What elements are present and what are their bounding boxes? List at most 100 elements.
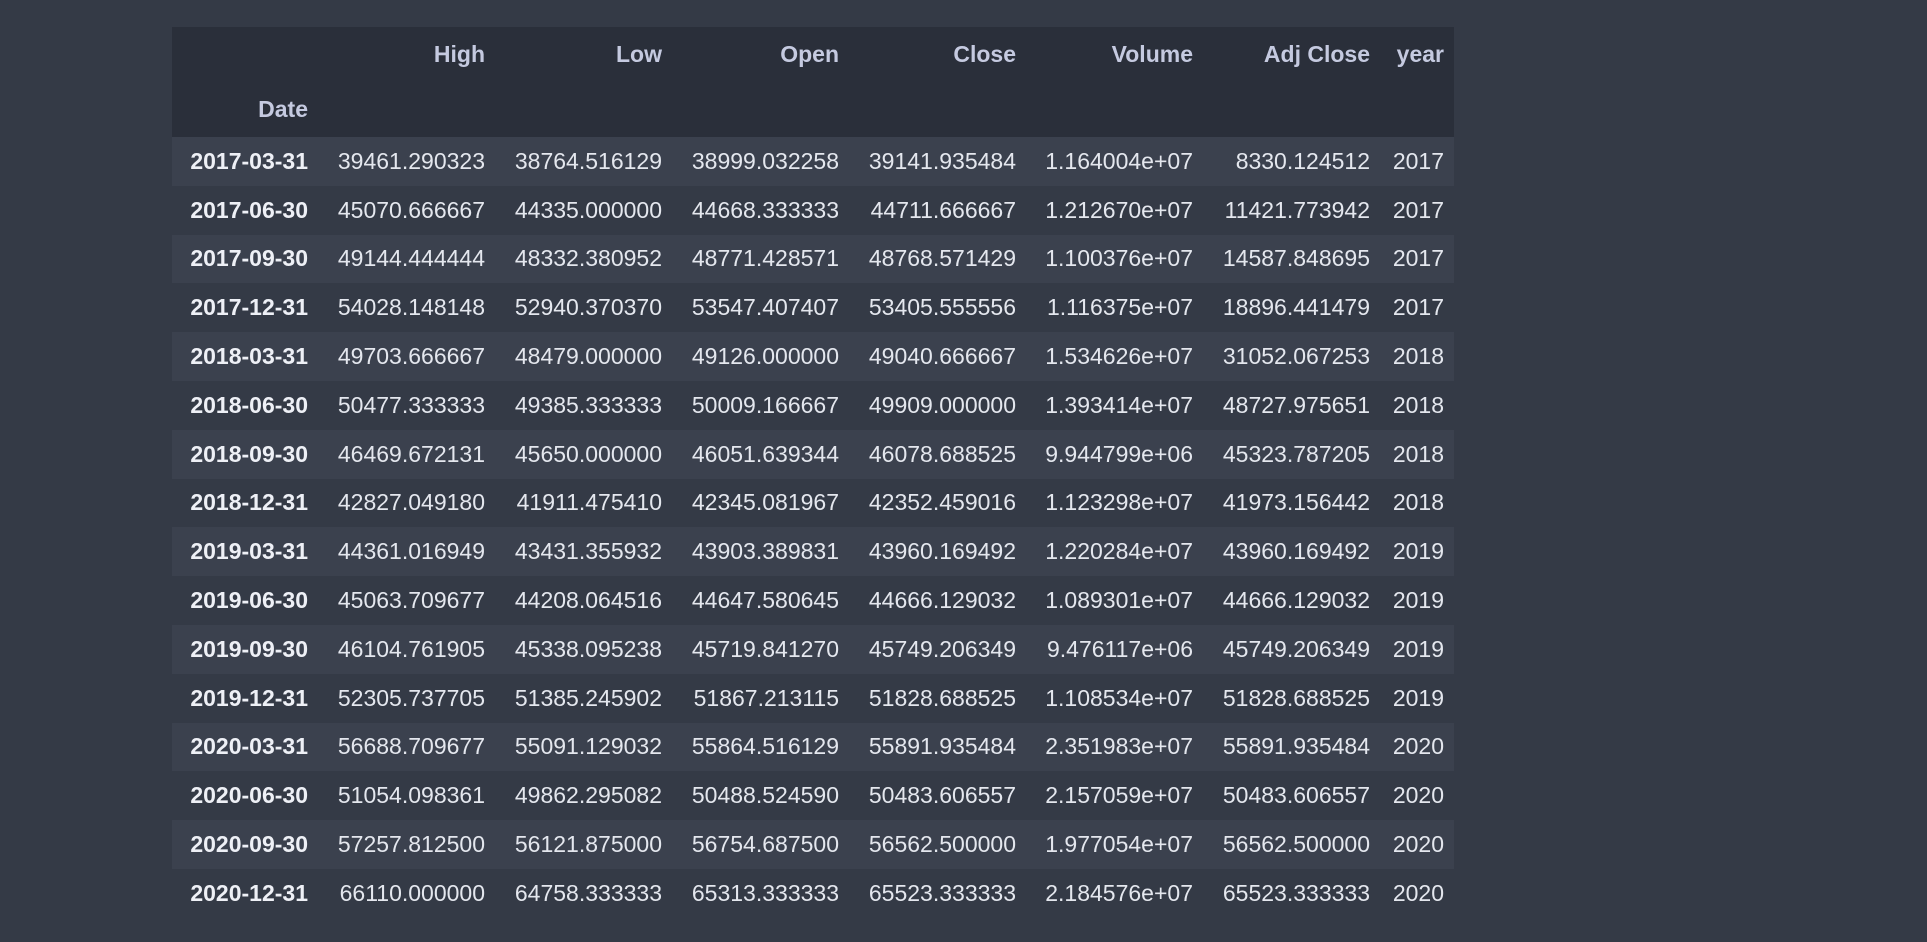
row-index-date: 2020-03-31 (190, 733, 308, 760)
cell-open: 43903.389831 (691, 538, 839, 565)
row-index-date: 2017-12-31 (190, 294, 308, 321)
cell-year: 2017 (1392, 196, 1444, 223)
cell-adj-close: 18896.441479 (1222, 294, 1370, 321)
cell-high: 66110.000000 (339, 879, 485, 906)
row-index-date: 2020-12-31 (190, 879, 308, 906)
cell-close: 49909.000000 (868, 391, 1016, 418)
row-index-date: 2019-06-30 (190, 587, 308, 614)
cell-open: 48771.428571 (691, 245, 839, 272)
column-header-open: Open (672, 27, 849, 82)
cell-volume: 1.100376e+07 (1045, 245, 1193, 272)
cell-adj-close: 14587.848695 (1222, 245, 1370, 272)
row-index-date: 2020-09-30 (190, 831, 308, 858)
cell-volume: 9.476117e+06 (1046, 635, 1193, 662)
table-row: 2020-03-31 56688.709677 55091.129032 55864.… (172, 722, 1454, 772)
cell-open: 46051.639344 (691, 440, 839, 467)
cell-high: 46104.761905 (337, 635, 485, 662)
cell-volume: 2.157059e+07 (1045, 782, 1193, 809)
cell-year: 2017 (1392, 147, 1444, 174)
cell-year: 2020 (1392, 831, 1444, 858)
cell-high: 39461.290323 (337, 147, 485, 174)
table-row: 2017-06-30 45070.666667 44335.000000 44668.… (172, 185, 1454, 235)
cell-low: 45650.000000 (514, 440, 662, 467)
cell-high: 42827.049180 (337, 489, 485, 516)
cell-close: 49040.666667 (868, 343, 1016, 370)
cell-low: 48479.000000 (514, 343, 662, 370)
cell-adj-close: 43960.169492 (1222, 538, 1370, 565)
cell-high: 56688.709677 (337, 733, 485, 760)
table-row: 2019-06-30 45063.709677 44208.064516 44647.… (172, 576, 1454, 625)
cell-open: 55864.516129 (691, 733, 839, 760)
row-index-date: 2017-06-30 (190, 196, 308, 223)
cell-high: 57257.812500 (337, 831, 485, 858)
column-header-year: year (1380, 27, 1454, 82)
cell-close: 48768.571429 (868, 245, 1016, 272)
cell-adj-close: 41973.156442 (1222, 489, 1370, 516)
row-index-date: 2018-06-30 (190, 391, 308, 418)
cell-year: 2018 (1392, 440, 1444, 467)
row-index-date: 2018-12-31 (190, 489, 308, 516)
cell-close: 55891.935484 (868, 733, 1016, 760)
cell-close: 42352.459016 (868, 489, 1016, 516)
cell-high: 54028.148148 (337, 294, 485, 321)
cell-adj-close: 31052.067253 (1222, 343, 1370, 370)
cell-open: 50488.524590 (691, 782, 839, 809)
cell-high: 49703.666667 (337, 343, 485, 370)
cell-year: 2020 (1392, 733, 1444, 760)
cell-year: 2019 (1392, 587, 1444, 614)
cell-close: 51828.688525 (868, 684, 1016, 711)
cell-low: 49862.295082 (514, 782, 662, 809)
column-header-volume: Volume (1026, 27, 1203, 82)
cell-high: 45070.666667 (337, 196, 485, 223)
cell-high: 45063.709677 (337, 587, 485, 614)
cell-year: 2019 (1392, 684, 1444, 711)
cell-volume: 1.164004e+07 (1045, 147, 1193, 174)
cell-adj-close: 48727.975651 (1222, 391, 1370, 418)
cell-year: 2019 (1392, 538, 1444, 565)
cell-low: 38764.516129 (514, 147, 662, 174)
cell-volume: 2.184576e+07 (1045, 879, 1193, 906)
cell-adj-close: 55891.935484 (1222, 733, 1370, 760)
cell-adj-close: 44666.129032 (1222, 587, 1370, 614)
table-row: 2019-03-31 44361.016949 43431.355932 43903.… (172, 527, 1454, 577)
cell-year: 2017 (1392, 294, 1444, 321)
header-corner (172, 27, 318, 82)
cell-year: 2017 (1392, 245, 1444, 272)
cell-close: 39141.935484 (868, 147, 1016, 174)
cell-adj-close: 45323.787205 (1222, 440, 1370, 467)
cell-adj-close: 65523.333333 (1222, 879, 1370, 906)
cell-low: 44208.064516 (514, 587, 662, 614)
cell-open: 38999.032258 (691, 147, 839, 174)
row-index-date: 2019-09-30 (190, 635, 308, 662)
cell-low: 51385.245902 (514, 684, 662, 711)
cell-volume: 1.534626e+07 (1045, 343, 1193, 370)
index-header-spacer (318, 82, 495, 137)
table-body: 2017-03-31 39461.290323 38764.516129 38999.… (172, 137, 1454, 918)
cell-adj-close: 45749.206349 (1222, 635, 1370, 662)
cell-year: 2018 (1392, 391, 1444, 418)
table-row: 2019-09-30 46104.761905 45338.095238 45719.… (172, 624, 1454, 674)
cell-close: 45749.206349 (868, 635, 1016, 662)
table-row: 2020-06-30 51054.098361 49862.295082 50488.… (172, 771, 1454, 821)
cell-volume: 9.944799e+06 (1045, 440, 1193, 467)
cell-low: 43431.355932 (514, 538, 662, 565)
index-header-spacer (1203, 82, 1380, 137)
cell-low: 45338.095238 (514, 635, 662, 662)
row-index-date: 2020-06-30 (190, 782, 308, 809)
cell-close: 65523.333333 (868, 879, 1016, 906)
cell-close: 43960.169492 (868, 538, 1016, 565)
cell-year: 2018 (1392, 343, 1444, 370)
table-row: 2019-12-31 52305.737705 51385.245902 51867.… (172, 673, 1454, 723)
cell-high: 49144.444444 (337, 245, 485, 272)
table-row: 2018-09-30 46469.672131 45650.000000 46051.… (172, 429, 1454, 479)
cell-open: 44647.580645 (691, 587, 839, 614)
cell-adj-close: 50483.606557 (1222, 782, 1370, 809)
cell-adj-close: 56562.500000 (1222, 831, 1370, 858)
cell-low: 44335.000000 (514, 196, 662, 223)
row-index-date: 2017-09-30 (190, 245, 308, 272)
index-header-spacer (849, 82, 1026, 137)
cell-high: 52305.737705 (337, 684, 485, 711)
cell-open: 49126.000000 (691, 343, 839, 370)
cell-low: 56121.875000 (514, 831, 662, 858)
cell-close: 56562.500000 (868, 831, 1016, 858)
